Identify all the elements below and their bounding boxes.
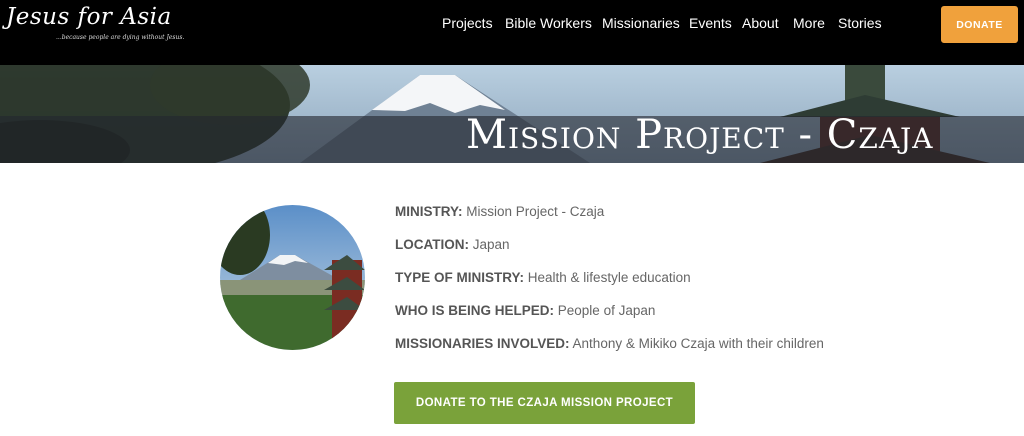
ministry-type-row: TYPE OF MINISTRY: Health & lifestyle edu… xyxy=(395,270,691,285)
missionaries-row: MISSIONARIES INVOLVED: Anthony & Mikiko … xyxy=(395,336,824,351)
ministry-type-label: TYPE OF MINISTRY: xyxy=(395,270,525,285)
location-value: Japan xyxy=(472,237,510,252)
helped-value: People of Japan xyxy=(557,303,656,318)
nav-bible-workers[interactable]: Bible Workers xyxy=(505,15,592,33)
missionaries-label: MISSIONARIES INVOLVED: xyxy=(395,336,570,351)
nav-stories[interactable]: Stories xyxy=(838,15,882,33)
location-label: LOCATION: xyxy=(395,237,469,252)
nav-projects[interactable]: Projects xyxy=(442,15,493,33)
site-header: Jesus for Asia ...because people are dyi… xyxy=(0,0,1024,65)
ministry-type-value: Health & lifestyle education xyxy=(527,270,691,285)
helped-label: WHO IS BEING HELPED: xyxy=(395,303,555,318)
helped-row: WHO IS BEING HELPED: People of Japan xyxy=(395,303,655,318)
ministry-value: Mission Project - Czaja xyxy=(466,204,605,219)
site-logo[interactable]: Jesus for Asia ...because people are dyi… xyxy=(6,4,185,48)
hero-banner: Mission Project - Czaja xyxy=(0,65,1024,163)
nav-missionaries[interactable]: Missionaries xyxy=(602,15,680,33)
missionaries-value: Anthony & Mikiko Czaja with their childr… xyxy=(572,336,824,351)
logo-title: Jesus for Asia xyxy=(6,4,172,30)
page-title: Mission Project - Czaja xyxy=(466,112,934,158)
nav-about[interactable]: About xyxy=(742,15,779,33)
project-image xyxy=(220,205,365,350)
nav-more[interactable]: More xyxy=(793,15,825,33)
ministry-row: MINISTRY: Mission Project - Czaja xyxy=(395,204,604,219)
nav-events[interactable]: Events xyxy=(689,15,732,33)
location-row: LOCATION: Japan xyxy=(395,237,510,252)
donate-button[interactable]: DONATE xyxy=(941,6,1018,43)
project-image-graphic xyxy=(220,205,365,350)
donate-project-button[interactable]: DONATE TO THE CZAJA MISSION PROJECT xyxy=(394,382,695,424)
ministry-label: MINISTRY: xyxy=(395,204,463,219)
logo-tagline: ...because people are dying without Jesu… xyxy=(56,34,185,41)
